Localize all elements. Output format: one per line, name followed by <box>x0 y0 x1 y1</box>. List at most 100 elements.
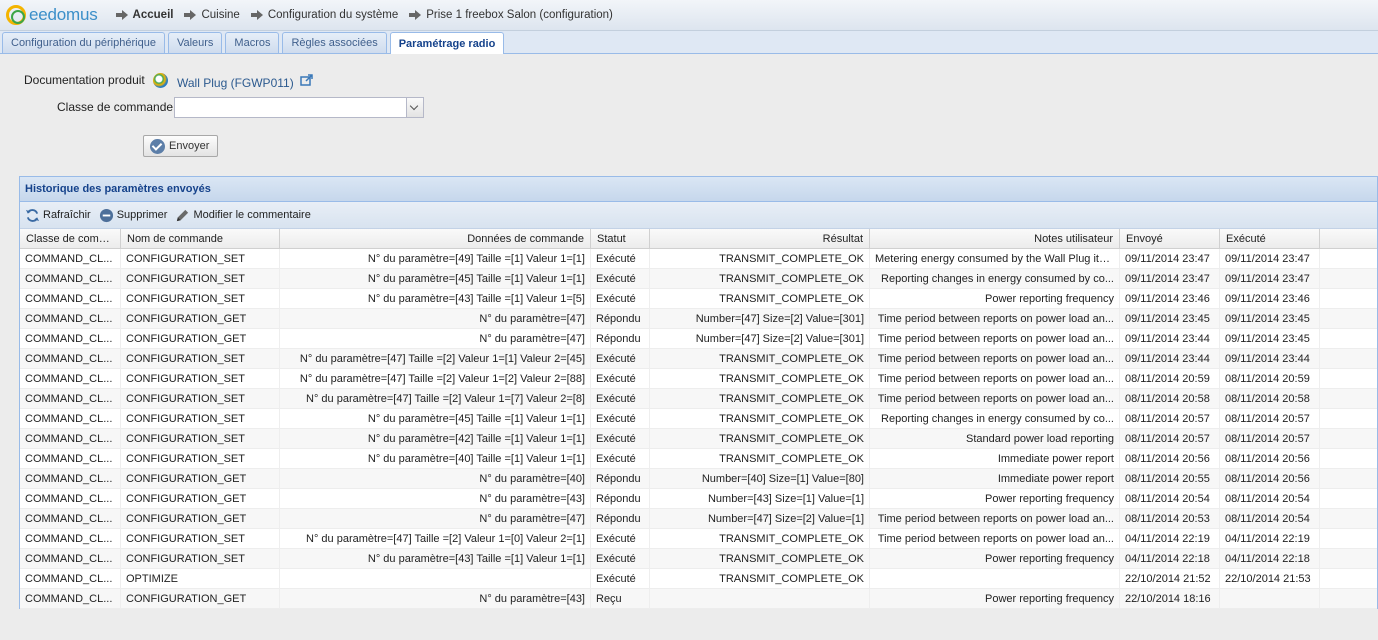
breadcrumb-prise-configuration[interactable]: Prise 1 freebox Salon (configuration) <box>409 9 613 21</box>
cell-command-class: COMMAND_CL... <box>20 409 121 429</box>
cell-sent: 04/11/2014 22:18 <box>1120 549 1220 569</box>
cell-command-name: CONFIGURATION_SET <box>121 529 280 549</box>
table-row[interactable]: COMMAND_CL... CONFIGURATION_SET N° du pa… <box>20 269 1377 289</box>
cell-spacer <box>1320 489 1377 509</box>
tab-parametrage-radio[interactable]: Paramétrage radio <box>389 32 505 54</box>
cell-command-data: N° du paramètre=[43] <box>280 589 591 609</box>
column-header-command-name[interactable]: Nom de commande <box>121 229 280 249</box>
table-row[interactable]: COMMAND_CL... CONFIGURATION_SET N° du pa… <box>20 249 1377 269</box>
cell-spacer <box>1320 389 1377 409</box>
table-row[interactable]: COMMAND_CL... CONFIGURATION_GET N° du pa… <box>20 329 1377 349</box>
cell-spacer <box>1320 309 1377 329</box>
cell-result: Number=[47] Size=[2] Value=[301] <box>650 309 870 329</box>
doc-link[interactable]: Wall Plug (FGWP011) <box>177 76 294 90</box>
table-row[interactable]: COMMAND_CL... CONFIGURATION_GET N° du pa… <box>20 469 1377 489</box>
cell-spacer <box>1320 269 1377 289</box>
chevron-down-icon[interactable] <box>406 98 423 117</box>
row-container: COMMAND_CL... CONFIGURATION_SET N° du pa… <box>20 249 1377 609</box>
cell-sent: 09/11/2014 23:46 <box>1120 289 1220 309</box>
table-row[interactable]: COMMAND_CL... CONFIGURATION_SET N° du pa… <box>20 429 1377 449</box>
cell-result: TRANSMIT_COMPLETE_OK <box>650 249 870 269</box>
cell-executed: 04/11/2014 22:18 <box>1220 549 1320 569</box>
cell-spacer <box>1320 429 1377 449</box>
cell-spacer <box>1320 589 1377 609</box>
table-row[interactable]: COMMAND_CL... CONFIGURATION_GET N° du pa… <box>20 309 1377 329</box>
table-row[interactable]: COMMAND_CL... CONFIGURATION_GET N° du pa… <box>20 489 1377 509</box>
cell-executed: 08/11/2014 20:54 <box>1220 509 1320 529</box>
arrow-right-icon <box>115 10 128 20</box>
cell-command-data: N° du paramètre=[47] Taille =[2] Valeur … <box>280 349 591 369</box>
cell-status: Exécuté <box>591 249 650 269</box>
cell-result: TRANSMIT_COMPLETE_OK <box>650 569 870 589</box>
refresh-button[interactable]: Rafraîchir <box>25 208 91 223</box>
send-button[interactable]: Envoyer <box>143 135 218 157</box>
cell-command-data <box>280 569 591 589</box>
table-row[interactable]: COMMAND_CL... CONFIGURATION_SET N° du pa… <box>20 529 1377 549</box>
table-row[interactable]: COMMAND_CL... CONFIGURATION_SET N° du pa… <box>20 289 1377 309</box>
cell-spacer <box>1320 449 1377 469</box>
cell-command-name: CONFIGURATION_SET <box>121 269 280 289</box>
cell-command-name: CONFIGURATION_GET <box>121 469 280 489</box>
cell-command-data: N° du paramètre=[47] <box>280 309 591 329</box>
table-row[interactable]: COMMAND_CL... CONFIGURATION_SET N° du pa… <box>20 369 1377 389</box>
column-header-user-notes[interactable]: Notes utilisateur <box>870 229 1120 249</box>
cell-user-notes: Power reporting frequency <box>870 289 1120 309</box>
table-row[interactable]: COMMAND_CL... CONFIGURATION_SET N° du pa… <box>20 389 1377 409</box>
cell-result: TRANSMIT_COMPLETE_OK <box>650 389 870 409</box>
arrow-right-icon <box>250 10 263 20</box>
column-header-sent[interactable]: Envoyé <box>1120 229 1220 249</box>
grid-body: COMMAND_CL... CONFIGURATION_SET N° du pa… <box>20 249 1377 609</box>
cell-user-notes: Time period between reports on power loa… <box>870 329 1120 349</box>
breadcrumb-configuration-systeme[interactable]: Configuration du système <box>250 9 398 21</box>
send-label: Envoyer <box>169 140 210 152</box>
cell-command-data: N° du paramètre=[45] Taille =[1] Valeur … <box>280 409 591 429</box>
cell-status: Exécuté <box>591 289 650 309</box>
tab-regles-associees[interactable]: Règles associées <box>282 32 387 53</box>
column-header-command-class[interactable]: Classe de comm... <box>20 229 121 249</box>
cell-command-data: N° du paramètre=[43] <box>280 489 591 509</box>
tab-configuration-peripherique[interactable]: Configuration du périphérique <box>2 32 165 53</box>
column-header-command-data[interactable]: Données de commande <box>280 229 591 249</box>
cell-command-data: N° du paramètre=[47] Taille =[2] Valeur … <box>280 389 591 409</box>
table-row[interactable]: COMMAND_CL... CONFIGURATION_GET N° du pa… <box>20 509 1377 529</box>
breadcrumb-cuisine[interactable]: Cuisine <box>184 9 240 21</box>
table-row[interactable]: COMMAND_CL... CONFIGURATION_SET N° du pa… <box>20 409 1377 429</box>
cell-result: Number=[43] Size=[1] Value=[1] <box>650 489 870 509</box>
history-panel: Historique des paramètres envoyés Rafraî… <box>19 176 1378 609</box>
column-header-result[interactable]: Résultat <box>650 229 870 249</box>
table-row[interactable]: COMMAND_CL... CONFIGURATION_GET N° du pa… <box>20 589 1377 609</box>
column-header-status[interactable]: Statut <box>591 229 650 249</box>
cell-user-notes: Time period between reports on power loa… <box>870 349 1120 369</box>
delete-button[interactable]: Supprimer <box>99 208 167 223</box>
cell-command-data: N° du paramètre=[43] Taille =[1] Valeur … <box>280 289 591 309</box>
cell-spacer <box>1320 369 1377 389</box>
cell-command-data: N° du paramètre=[47] <box>280 329 591 349</box>
cell-executed: 22/10/2014 21:53 <box>1220 569 1320 589</box>
cell-result: TRANSMIT_COMPLETE_OK <box>650 289 870 309</box>
cell-spacer <box>1320 569 1377 589</box>
column-header-executed[interactable]: Exécuté <box>1220 229 1320 249</box>
product-doc-icon <box>153 73 168 88</box>
command-class-label: Classe de commande <box>57 100 174 114</box>
arrow-right-icon <box>409 10 422 20</box>
table-row[interactable]: COMMAND_CL... CONFIGURATION_SET N° du pa… <box>20 449 1377 469</box>
cell-sent: 22/10/2014 18:16 <box>1120 589 1220 609</box>
table-row[interactable]: COMMAND_CL... CONFIGURATION_SET N° du pa… <box>20 349 1377 369</box>
logo[interactable]: eedomus <box>6 5 98 25</box>
breadcrumb-accueil[interactable]: Accueil <box>115 9 173 21</box>
command-class-select[interactable] <box>174 97 424 118</box>
cell-spacer <box>1320 469 1377 489</box>
external-link-icon[interactable] <box>300 74 314 86</box>
table-row[interactable]: COMMAND_CL... CONFIGURATION_SET N° du pa… <box>20 549 1377 569</box>
table-row[interactable]: COMMAND_CL... OPTIMIZE Exécuté TRANSMIT_… <box>20 569 1377 589</box>
cell-command-data: N° du paramètre=[43] Taille =[1] Valeur … <box>280 549 591 569</box>
edit-comment-button[interactable]: Modifier le commentaire <box>175 208 311 223</box>
cell-command-class: COMMAND_CL... <box>20 509 121 529</box>
tab-macros[interactable]: Macros <box>225 32 280 53</box>
cell-command-name: CONFIGURATION_GET <box>121 329 280 349</box>
cell-result: Number=[47] Size=[2] Value=[301] <box>650 329 870 349</box>
tab-valeurs[interactable]: Valeurs <box>167 32 223 53</box>
cell-sent: 22/10/2014 21:52 <box>1120 569 1220 589</box>
cell-result: Number=[40] Size=[1] Value=[80] <box>650 469 870 489</box>
cell-result: Number=[47] Size=[2] Value=[1] <box>650 509 870 529</box>
